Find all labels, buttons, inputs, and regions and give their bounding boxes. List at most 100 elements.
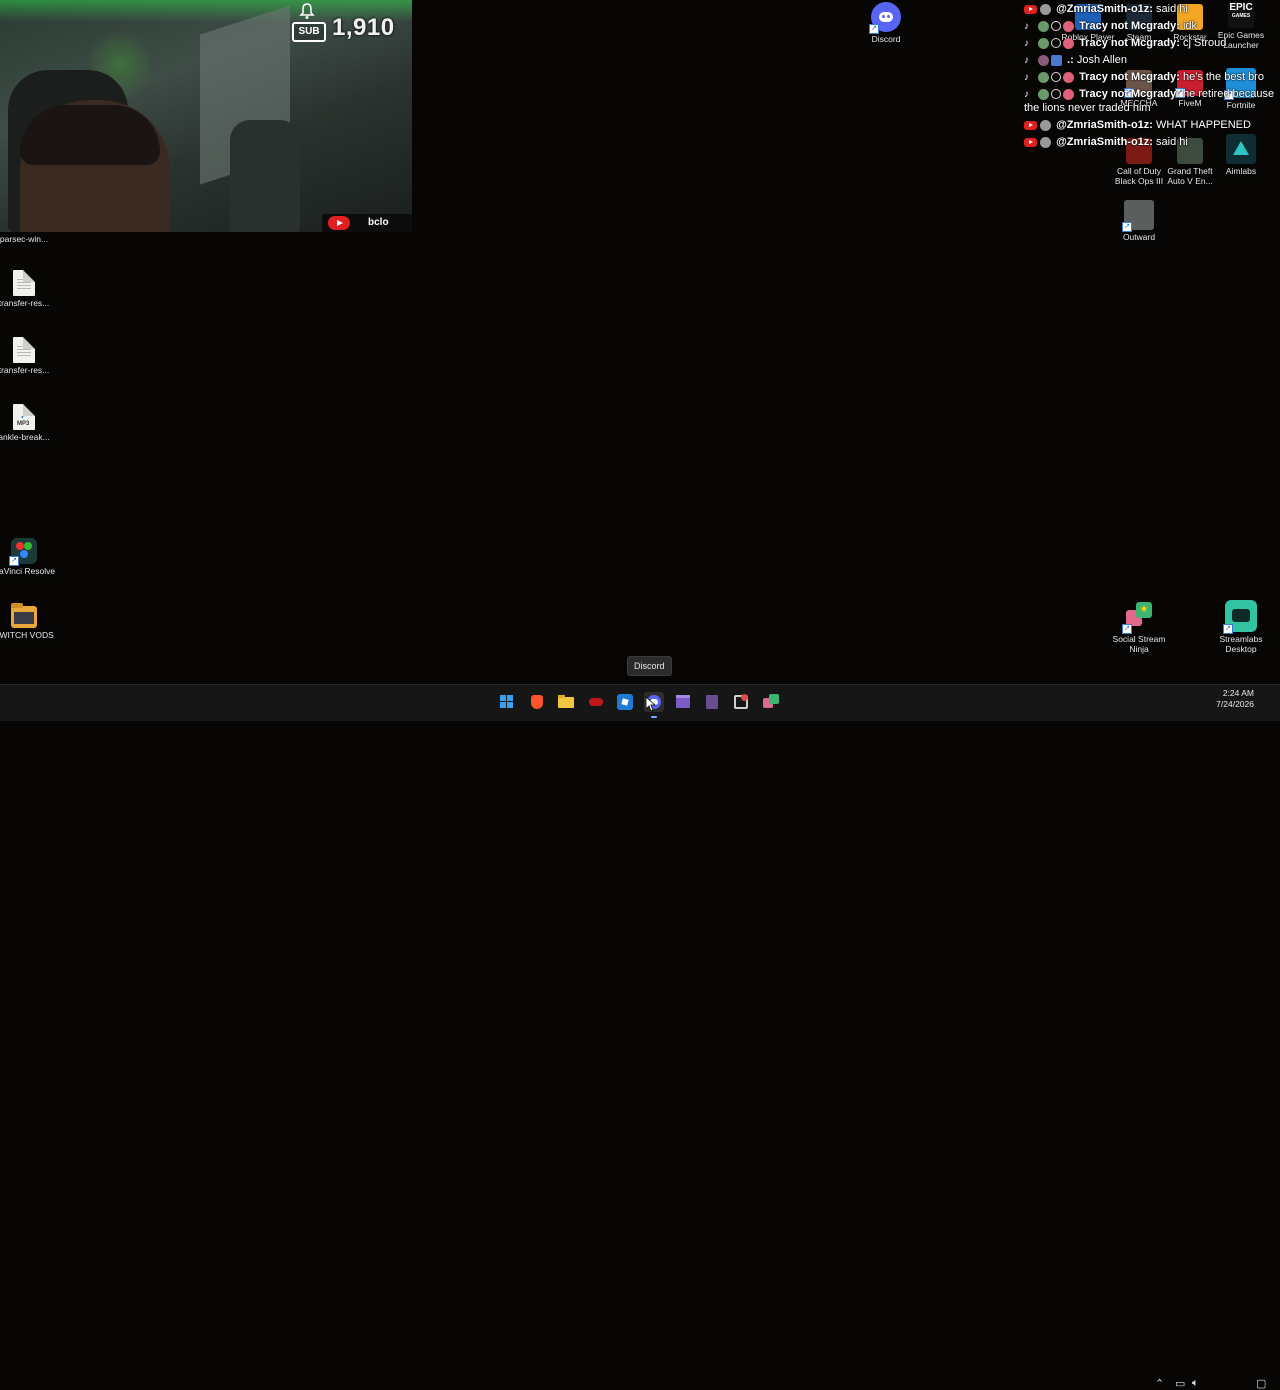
start-icon[interactable]: [497, 692, 517, 712]
mp3-tag: MP3: [17, 421, 30, 427]
desktop-icon-streamlabs[interactable]: ↗ Streamlabs Desktop: [1209, 600, 1273, 654]
taskbar-clock[interactable]: 2:24 AM 7/24/2026: [1216, 688, 1254, 710]
clapper-icon[interactable]: [673, 692, 693, 712]
chat-text: said hi: [1152, 136, 1188, 148]
twitch-icon[interactable]: [702, 692, 722, 712]
avatar: [1040, 3, 1051, 15]
youtube-icon: [1024, 137, 1037, 147]
chat-overlay: @ZmriaSmith-o1z: said hi ♪ Tracy not Mcg…: [1024, 2, 1280, 152]
desktop-icon-label: parsec-win...: [0, 234, 49, 244]
desktop-icon-label: Streamlabs Desktop: [1219, 634, 1263, 654]
chevron-up-icon[interactable]: ⌃: [1155, 1377, 1164, 1390]
discord-icon: ↗: [869, 2, 901, 34]
chat-author: @ZmriaSmith-o1z:: [1056, 136, 1153, 148]
app-red-icon[interactable]: [586, 692, 606, 712]
tiktok-icon: ♪: [1024, 88, 1029, 100]
badge-icon: [1063, 71, 1074, 83]
document-icon: [13, 337, 35, 363]
desktop-icon-label: Outward: [1122, 232, 1156, 242]
music-note-icon: ♪: [20, 407, 26, 421]
brave-icon[interactable]: [527, 692, 547, 712]
snipping-icon[interactable]: [731, 692, 751, 712]
chat-author: Tracy not Mcgrady:: [1079, 20, 1180, 32]
streamer-hair: [20, 105, 160, 165]
chat-author: @ZmriaSmith-o1z:: [1056, 3, 1153, 15]
tiktok-icon: ♪: [1024, 37, 1029, 49]
desktop-icon-social-stream[interactable]: ★ ↗ Social Stream Ninja: [1107, 602, 1171, 654]
desktop-icon-label: transfer-res...: [0, 365, 50, 375]
chat-text: idk: [1179, 20, 1198, 32]
chat-text: WHAT HAPPENED: [1152, 119, 1251, 131]
desktop-icon-discord[interactable]: ↗ Discord: [854, 2, 918, 44]
channel-name-plate: bclo: [322, 214, 412, 232]
volume-icon[interactable]: 🔈︎: [1192, 1377, 1199, 1390]
social-stream-icon[interactable]: [761, 692, 781, 712]
desktop-icon-label: TWITCH VODS: [0, 630, 54, 640]
chat-message: ♪ Tracy not Mcgrady: idk: [1024, 19, 1280, 33]
tiktok-icon: ♪: [1024, 20, 1029, 32]
chat-text: he's the best bro: [1179, 71, 1264, 83]
tiktok-icon: ♪: [1024, 71, 1029, 83]
channel-name: bclo: [368, 217, 389, 228]
sub-count: 1,910: [332, 14, 395, 41]
chat-message: @ZmriaSmith-o1z: WHAT HAPPENED: [1024, 118, 1280, 132]
desktop-icon-davinci[interactable]: ↗ DaVinci Resolve: [0, 538, 56, 576]
avatar: [1040, 119, 1051, 131]
desktop-icon-label: ankle-break...: [0, 432, 50, 442]
chat-text: said hi: [1152, 3, 1188, 15]
document-icon: [13, 270, 35, 296]
badge-icon: [1063, 88, 1074, 100]
sub-badge: SUB: [292, 22, 326, 42]
chat-message: @ZmriaSmith-o1z: said hi: [1024, 2, 1280, 16]
desktop-icon-mp3[interactable]: ♪ MP3 ankle-break...: [0, 404, 56, 442]
folder-icon: [11, 603, 37, 628]
follower-icon: [1051, 21, 1061, 32]
streamlabs-icon: ↗: [1223, 600, 1257, 634]
chat-author: .:: [1067, 54, 1074, 66]
social-stream-ninja-icon: ★ ↗: [1122, 602, 1154, 634]
chat-message: ♪ Tracy not Mcgrady: he's the best bro: [1024, 70, 1280, 84]
clock-time: 2:24 AM: [1222, 688, 1254, 698]
chat-message: @ZmriaSmith-o1z: said hi: [1024, 135, 1280, 149]
avatar: [1038, 37, 1049, 49]
davinci-resolve-icon: ↗: [9, 538, 37, 566]
desktop-icon-label: transfer-res...: [0, 298, 50, 308]
chat-message: ♪ Tracy not Mcgrady: he retired because …: [1024, 87, 1280, 115]
chat-author: @ZmriaSmith-o1z:: [1056, 119, 1153, 131]
webcam-overlay: SUB 1,910 bclo: [0, 0, 412, 232]
mp3-file-icon: ♪ MP3: [13, 404, 35, 430]
taskbar: ⌃ ▭ 🔈︎ ▢: [0, 684, 1280, 1390]
chat-message: ♪ Tracy not Mcgrady: cj Stroud: [1024, 36, 1280, 50]
desktop-icon-label: Aimlabs: [1225, 166, 1257, 176]
desktop-icon-label: Social Stream Ninja: [1112, 634, 1166, 654]
desktop-icon-twitch-vods[interactable]: TWITCH VODS: [0, 603, 56, 640]
desktop-icon-parsec[interactable]: parsec-win...: [0, 234, 56, 244]
avatar: [1038, 88, 1049, 100]
desktop-icon-transfer-2[interactable]: transfer-res...: [0, 337, 56, 375]
notification-icon[interactable]: ▢: [1256, 1377, 1266, 1390]
outward-icon: ↗: [1122, 200, 1154, 232]
roblox-studio-icon[interactable]: [615, 692, 635, 712]
badge-icon: [1063, 37, 1074, 49]
avatar: [1038, 71, 1049, 83]
badge-icon: [1051, 54, 1062, 66]
file-explorer-icon[interactable]: [556, 692, 576, 712]
background-chair: [230, 120, 300, 232]
chat-text: Josh Allen: [1073, 54, 1127, 66]
chat-author: Tracy not Mcgrady:: [1079, 71, 1180, 83]
chat-message: ♪ .: Josh Allen: [1024, 53, 1280, 67]
chat-author: Tracy not Mcgrady:: [1079, 37, 1180, 49]
follower-icon: [1051, 89, 1061, 100]
desktop-icon-transfer-1[interactable]: transfer-res...: [0, 270, 56, 308]
follower-icon: [1051, 38, 1061, 49]
badge-icon: [1063, 20, 1074, 32]
chat-text: cj Stroud: [1179, 37, 1227, 49]
taskbar-tooltip: Discord: [627, 656, 672, 676]
tiktok-icon: ♪: [1024, 54, 1029, 66]
desktop-icon-outward[interactable]: ↗ Outward: [1107, 200, 1171, 242]
follower-icon: [1051, 72, 1061, 83]
desktop-icon-label: DaVinci Resolve: [0, 566, 56, 576]
network-icon[interactable]: ▭: [1175, 1377, 1185, 1390]
clock-date: 7/24/2026: [1216, 699, 1254, 709]
mouse-cursor: [646, 697, 656, 712]
